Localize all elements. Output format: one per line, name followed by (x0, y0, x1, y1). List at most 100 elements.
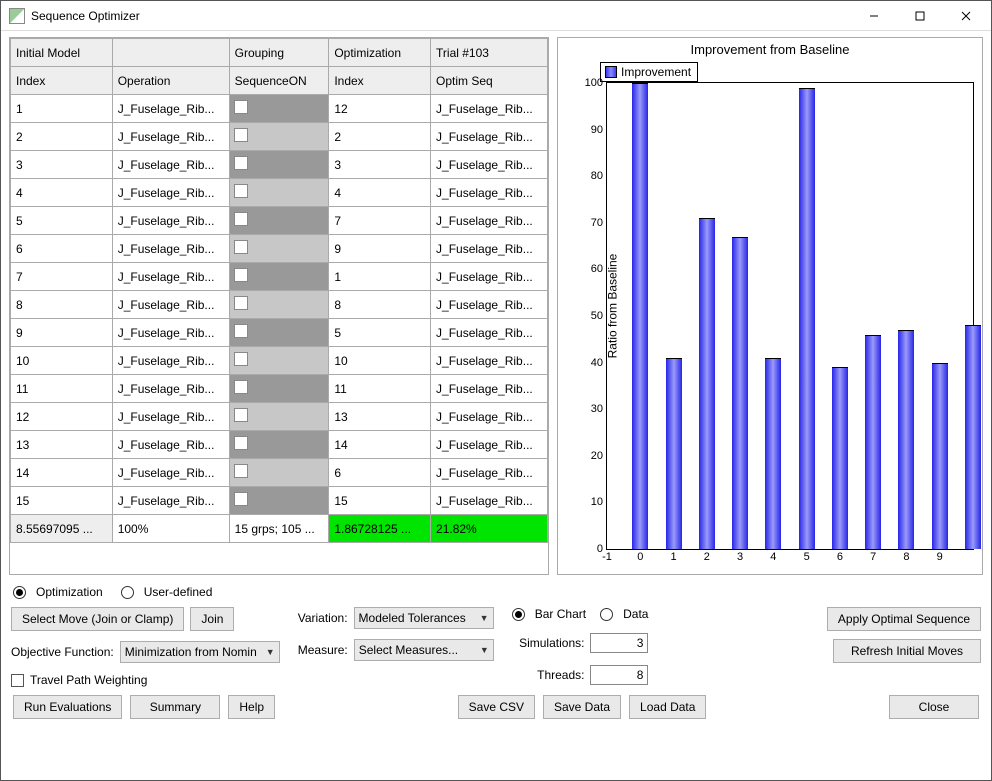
sequence-on-cell[interactable] (229, 151, 329, 179)
table-cell[interactable]: 8 (329, 291, 431, 319)
table-cell[interactable]: J_Fuselage_Rib... (431, 487, 548, 515)
maximize-button[interactable] (897, 2, 943, 30)
checkbox-icon[interactable] (234, 436, 248, 450)
table-row[interactable]: 9J_Fuselage_Rib...5J_Fuselage_Rib... (11, 319, 548, 347)
table-cell[interactable]: 2 (11, 123, 113, 151)
checkbox-icon[interactable] (234, 492, 248, 506)
sequence-on-cell[interactable] (229, 375, 329, 403)
checkbox-icon[interactable] (234, 324, 248, 338)
checkbox-icon[interactable] (234, 100, 248, 114)
table-cell[interactable]: 7 (11, 263, 113, 291)
save-data-button[interactable]: Save Data (543, 695, 621, 719)
help-button[interactable]: Help (228, 695, 275, 719)
table-cell[interactable]: 4 (11, 179, 113, 207)
table-cell[interactable]: 5 (329, 319, 431, 347)
table-cell[interactable]: 9 (329, 235, 431, 263)
sequence-on-cell[interactable] (229, 431, 329, 459)
table-cell[interactable]: 14 (11, 459, 113, 487)
column-header[interactable]: Index (11, 67, 113, 95)
table-cell[interactable]: 7 (329, 207, 431, 235)
table-cell[interactable]: J_Fuselage_Rib... (112, 459, 229, 487)
table-cell[interactable]: 8 (11, 291, 113, 319)
checkbox-icon[interactable] (234, 268, 248, 282)
table-cell[interactable]: 12 (329, 95, 431, 123)
table-cell[interactable]: 10 (329, 347, 431, 375)
checkbox-icon[interactable] (234, 296, 248, 310)
table-row[interactable]: 10J_Fuselage_Rib...10J_Fuselage_Rib... (11, 347, 548, 375)
objective-select[interactable]: Minimization from Nomin▼ (120, 641, 280, 663)
table-cell[interactable]: J_Fuselage_Rib... (112, 151, 229, 179)
table-row[interactable]: 8J_Fuselage_Rib...8J_Fuselage_Rib... (11, 291, 548, 319)
table-row[interactable]: 3J_Fuselage_Rib...3J_Fuselage_Rib... (11, 151, 548, 179)
table-cell[interactable]: J_Fuselage_Rib... (112, 431, 229, 459)
table-cell[interactable]: 9 (11, 319, 113, 347)
checkbox-icon[interactable] (234, 240, 248, 254)
table-cell[interactable]: J_Fuselage_Rib... (431, 151, 548, 179)
table-cell[interactable]: J_Fuselage_Rib... (431, 291, 548, 319)
data-radio[interactable]: Data (600, 607, 648, 621)
table-cell[interactable]: J_Fuselage_Rib... (431, 123, 548, 151)
sequence-on-cell[interactable] (229, 95, 329, 123)
table-row[interactable]: 13J_Fuselage_Rib...14J_Fuselage_Rib... (11, 431, 548, 459)
checkbox-icon[interactable] (234, 464, 248, 478)
checkbox-icon[interactable] (234, 352, 248, 366)
variation-select[interactable]: Modeled Tolerances▼ (354, 607, 494, 629)
checkbox-icon[interactable] (234, 184, 248, 198)
table-cell[interactable]: 14 (329, 431, 431, 459)
userdefined-radio[interactable]: User-defined (121, 585, 213, 599)
minimize-button[interactable] (851, 2, 897, 30)
column-header[interactable]: Optim Seq (431, 67, 548, 95)
table-cell[interactable]: 10 (11, 347, 113, 375)
close-window-button[interactable] (943, 2, 989, 30)
close-button[interactable]: Close (889, 695, 979, 719)
table-cell[interactable]: J_Fuselage_Rib... (112, 403, 229, 431)
table-row[interactable]: 12J_Fuselage_Rib...13J_Fuselage_Rib... (11, 403, 548, 431)
refresh-moves-button[interactable]: Refresh Initial Moves (833, 639, 981, 663)
table-cell[interactable]: J_Fuselage_Rib... (431, 403, 548, 431)
sequence-on-cell[interactable] (229, 123, 329, 151)
table-cell[interactable]: J_Fuselage_Rib... (112, 291, 229, 319)
table-cell[interactable]: 5 (11, 207, 113, 235)
apply-sequence-button[interactable]: Apply Optimal Sequence (827, 607, 981, 631)
table-cell[interactable]: 4 (329, 179, 431, 207)
table-cell[interactable]: 1 (329, 263, 431, 291)
table-cell[interactable]: J_Fuselage_Rib... (112, 487, 229, 515)
checkbox-icon[interactable] (234, 128, 248, 142)
table-cell[interactable]: 1 (11, 95, 113, 123)
table-cell[interactable]: J_Fuselage_Rib... (431, 95, 548, 123)
sequence-on-cell[interactable] (229, 347, 329, 375)
table-cell[interactable]: 6 (11, 235, 113, 263)
table-cell[interactable]: 15 (11, 487, 113, 515)
table-row[interactable]: 4J_Fuselage_Rib...4J_Fuselage_Rib... (11, 179, 548, 207)
table-row[interactable]: 6J_Fuselage_Rib...9J_Fuselage_Rib... (11, 235, 548, 263)
table-cell[interactable]: J_Fuselage_Rib... (112, 375, 229, 403)
table-cell[interactable]: 2 (329, 123, 431, 151)
table-row[interactable]: 5J_Fuselage_Rib...7J_Fuselage_Rib... (11, 207, 548, 235)
table-cell[interactable]: J_Fuselage_Rib... (112, 179, 229, 207)
checkbox-icon[interactable] (234, 408, 248, 422)
sequence-on-cell[interactable] (229, 487, 329, 515)
travel-path-checkbox[interactable]: Travel Path Weighting (11, 673, 280, 687)
summary-button[interactable]: Summary (130, 695, 220, 719)
measure-select[interactable]: Select Measures...▼ (354, 639, 494, 661)
simulations-input[interactable]: 3 (590, 633, 648, 653)
column-header[interactable]: Operation (112, 67, 229, 95)
table-cell[interactable]: J_Fuselage_Rib... (112, 123, 229, 151)
table-cell[interactable]: J_Fuselage_Rib... (431, 431, 548, 459)
run-evaluations-button[interactable]: Run Evaluations (13, 695, 122, 719)
table-cell[interactable]: J_Fuselage_Rib... (431, 235, 548, 263)
sequence-on-cell[interactable] (229, 403, 329, 431)
table-cell[interactable]: 11 (329, 375, 431, 403)
sequence-on-cell[interactable] (229, 207, 329, 235)
sequence-on-cell[interactable] (229, 179, 329, 207)
select-move-button[interactable]: Select Move (Join or Clamp) (11, 607, 184, 631)
column-header[interactable]: Index (329, 67, 431, 95)
table-cell[interactable]: J_Fuselage_Rib... (112, 95, 229, 123)
table-cell[interactable]: J_Fuselage_Rib... (112, 319, 229, 347)
table-cell[interactable]: J_Fuselage_Rib... (431, 179, 548, 207)
table-cell[interactable]: 6 (329, 459, 431, 487)
table-row[interactable]: 1J_Fuselage_Rib...12J_Fuselage_Rib... (11, 95, 548, 123)
table-cell[interactable]: 15 (329, 487, 431, 515)
table-cell[interactable]: J_Fuselage_Rib... (431, 207, 548, 235)
sequence-on-cell[interactable] (229, 235, 329, 263)
